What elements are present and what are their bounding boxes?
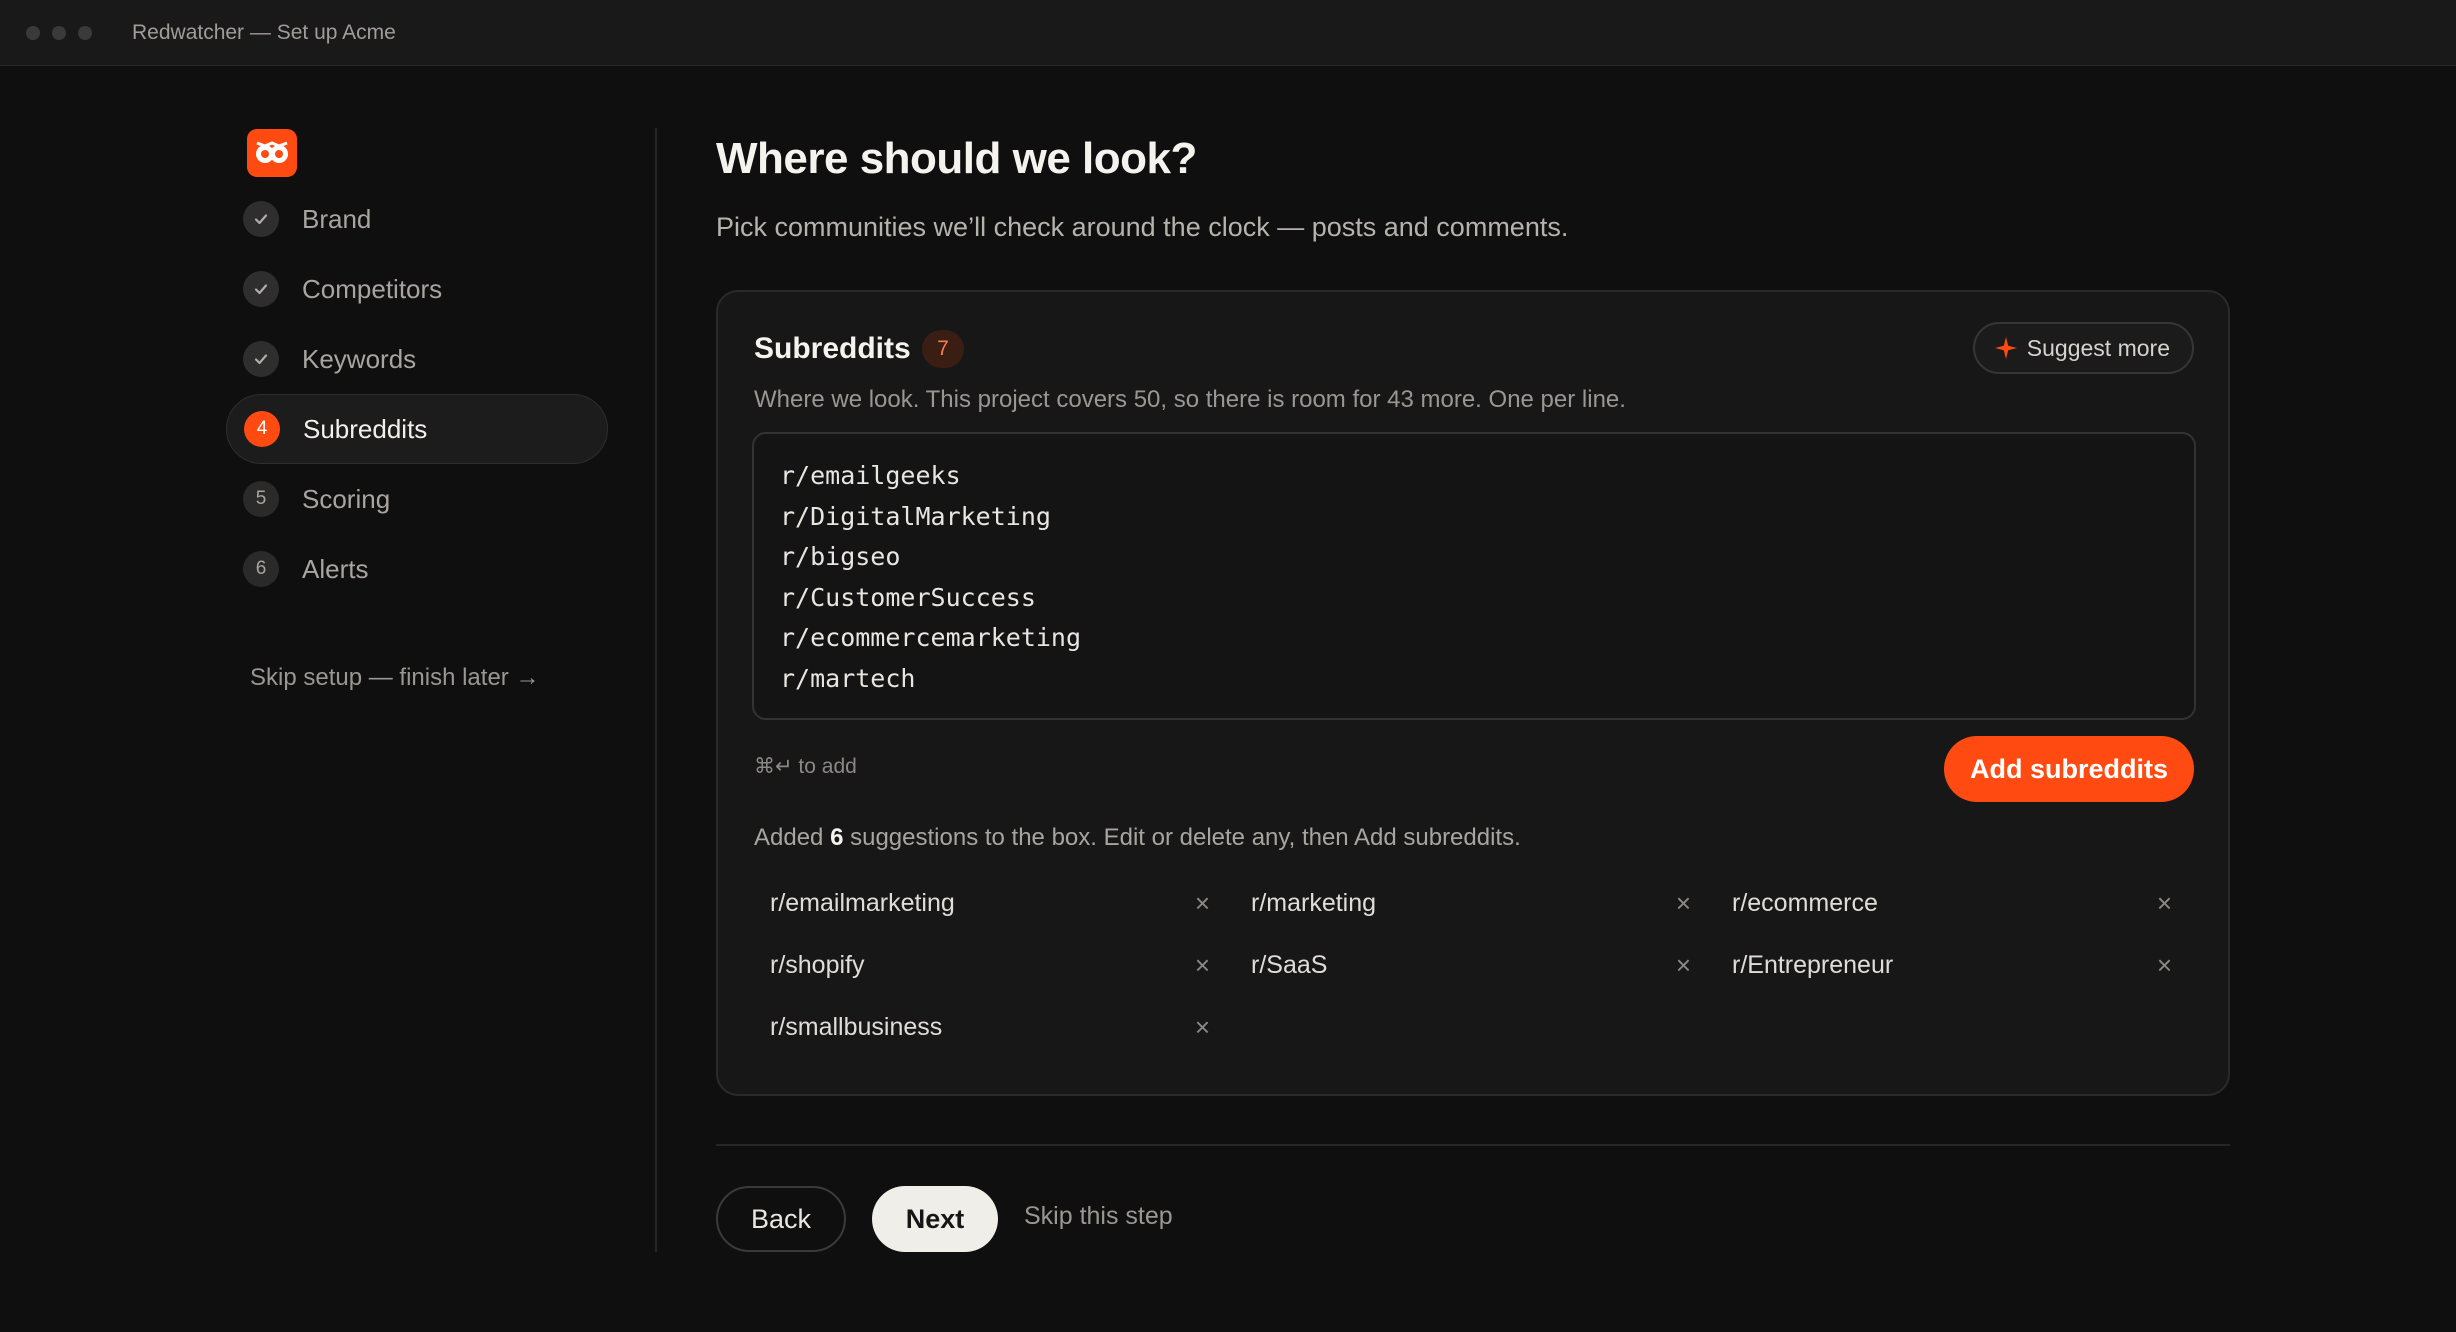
textarea-line: r/martech — [780, 663, 916, 693]
suggestion-chip-label: r/ecommerce — [1732, 888, 1878, 917]
page-subtitle: Pick communities we’ll check around the … — [716, 212, 1569, 242]
suggestion-chip: r/SaaS × — [1235, 938, 1709, 992]
remove-chip-icon[interactable]: × — [1195, 890, 1210, 916]
window-titlebar: Redwatcher — Set up Acme — [0, 0, 2456, 66]
close-window-dot[interactable] — [26, 25, 40, 40]
next-button[interactable]: Next — [872, 1186, 998, 1252]
window-title: Redwatcher — Set up Acme — [132, 20, 396, 44]
suggestion-chip-label: r/Entrepreneur — [1732, 950, 1894, 979]
subreddits-textarea[interactable]: r/emailgeeks r/DigitalMarketing r/bigseo r/… — [752, 432, 2196, 720]
sidebar-item-label: Subreddits — [303, 413, 428, 444]
skip-setup-link[interactable]: Skip setup — finish later → — [250, 664, 539, 692]
textarea-line: r/DigitalMarketing — [780, 501, 1051, 531]
added-msg-count: 6 — [830, 824, 844, 851]
card-description: Where we look. This project covers 50, s… — [754, 386, 1626, 413]
suggestion-chip: r/ecommerce × — [1716, 876, 2190, 930]
sidebar-item-competitors[interactable]: Competitors — [226, 254, 608, 324]
remove-chip-icon[interactable]: × — [2157, 890, 2172, 916]
textarea-line: r/bigseo — [780, 542, 901, 572]
remove-chip-icon[interactable]: × — [2157, 952, 2172, 978]
sidebar-item-scoring[interactable]: 5 Scoring — [226, 464, 608, 534]
sidebar-item-subreddits[interactable]: 4 Subreddits — [226, 394, 608, 464]
sidebar-item-label: Alerts — [302, 553, 369, 584]
check-icon — [243, 201, 279, 237]
suggestion-chip-label: r/shopify — [770, 950, 865, 979]
step-number-badge: 4 — [244, 411, 280, 447]
add-subreddits-button[interactable]: Add subreddits — [1944, 736, 2194, 802]
textarea-line: r/ecommercemarketing — [780, 623, 1082, 653]
subreddits-card: Subreddits 7 Suggest more Where we look.… — [716, 290, 2230, 1096]
owl-logo-icon — [247, 129, 297, 177]
sidebar-item-label: Competitors — [302, 273, 443, 304]
suggestion-chip: r/marketing × — [1235, 876, 1709, 930]
check-icon — [243, 341, 279, 377]
suggestion-chip: r/shopify × — [754, 938, 1228, 992]
check-icon — [243, 271, 279, 307]
window-controls[interactable] — [26, 25, 92, 40]
remove-chip-icon[interactable]: × — [1676, 952, 1691, 978]
subreddit-count-badge: 7 — [922, 330, 964, 368]
remove-chip-icon[interactable]: × — [1195, 952, 1210, 978]
setup-steps-nav: Brand Competitors Keywords 4 Subreddits 5 Scor… — [226, 184, 608, 604]
suggestion-chip: r/Entrepreneur × — [1716, 938, 2190, 992]
step-number-badge: 5 — [243, 481, 279, 517]
sidebar-item-keywords[interactable]: Keywords — [226, 324, 608, 394]
step-number-badge: 6 — [243, 551, 279, 587]
back-button[interactable]: Back — [716, 1186, 846, 1252]
added-msg-prefix: Added — [754, 824, 831, 851]
shortcut-hint: ⌘↵ to add — [754, 755, 857, 778]
suggestion-chip-label: r/smallbusiness — [770, 1012, 943, 1041]
added-suggestions-message: Added 6 suggestions to the box. Edit or … — [754, 824, 1521, 852]
suggestion-chip: r/emailmarketing × — [754, 876, 1228, 930]
sidebar-item-brand[interactable]: Brand — [226, 184, 608, 254]
card-title: Subreddits — [754, 332, 911, 365]
page-title: Where should we look? — [716, 134, 1197, 183]
remove-chip-icon[interactable]: × — [1676, 890, 1691, 916]
skip-step-link[interactable]: Skip this step — [1024, 1202, 1173, 1231]
sidebar-item-label: Keywords — [302, 343, 417, 374]
zoom-window-dot[interactable] — [78, 25, 92, 40]
suggestion-chip: r/smallbusiness × — [754, 1000, 1228, 1054]
suggest-more-label: Suggest more — [2026, 334, 2170, 361]
sidebar-divider — [655, 128, 657, 1252]
remove-chip-icon[interactable]: × — [1195, 1014, 1210, 1040]
sparkle-icon — [1994, 337, 2017, 359]
suggestion-chip-label: r/marketing — [1251, 888, 1377, 917]
sidebar-item-label: Scoring — [302, 483, 391, 514]
added-msg-suffix: suggestions to the box. Edit or delete a… — [843, 824, 1521, 851]
textarea-line: r/emailgeeks — [780, 461, 961, 490]
minimize-window-dot[interactable] — [52, 25, 66, 40]
suggest-more-button[interactable]: Suggest more — [1972, 322, 2194, 374]
suggestion-chip-label: r/emailmarketing — [770, 888, 955, 917]
suggestion-chip-label: r/SaaS — [1251, 950, 1328, 979]
textarea-line: r/CustomerSuccess — [780, 582, 1036, 612]
sidebar-item-label: Brand — [302, 203, 372, 234]
footer-divider — [716, 1144, 2230, 1146]
sidebar-item-alerts[interactable]: 6 Alerts — [226, 534, 608, 604]
